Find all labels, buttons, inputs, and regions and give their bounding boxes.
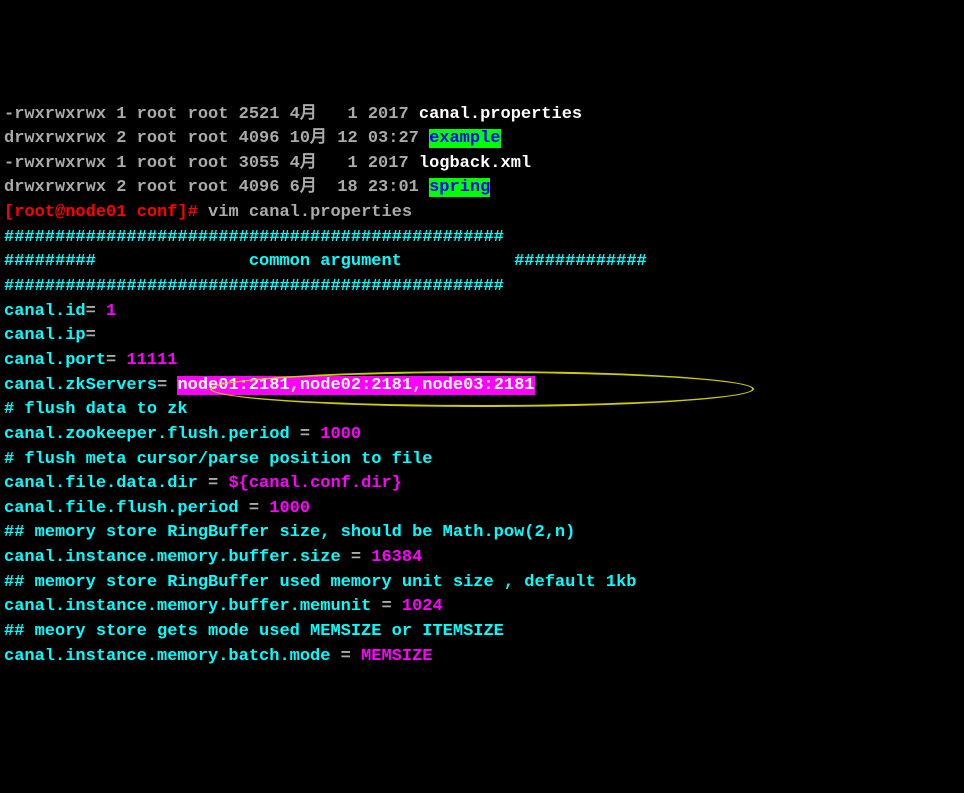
prop-key: canal.zkServers (4, 376, 157, 395)
ls-row-perms: -rwxrwxrwx 1 root root 2521 4月 1 2017 (4, 105, 419, 124)
comment-line: ######### (4, 252, 96, 271)
ls-row-perms: drwxrwxrwx 2 root root 4096 6月 18 23:01 (4, 178, 429, 197)
prop-value: 16384 (371, 548, 422, 567)
comment-line: ########################################… (4, 277, 504, 296)
prop-key: canal.zookeeper.flush.period (4, 425, 290, 444)
highlighted-row: canal.zkServers= node01:2181,node02:2181… (4, 376, 535, 395)
terminal-output: -rwxrwxrwx 1 root root 2521 4月 1 2017 ca… (4, 103, 960, 670)
prop-key: canal.id (4, 302, 86, 321)
ls-row-perms: -rwxrwxrwx 1 root root 3055 4月 1 2017 (4, 154, 419, 173)
prop-value: 1000 (269, 499, 310, 518)
ls-row-perms: drwxrwxrwx 2 root root 4096 10月 12 03:27 (4, 129, 429, 148)
prop-key: canal.instance.memory.buffer.memunit (4, 597, 371, 616)
comment-line: ## meory store gets mode used MEMSIZE or… (4, 622, 504, 641)
comment-line: # flush data to zk (4, 400, 188, 419)
prop-key: canal.port (4, 351, 106, 370)
prop-value: 1 (106, 302, 116, 321)
prop-key: canal.instance.memory.buffer.size (4, 548, 341, 567)
prop-value-highlighted: node01:2181,node02:2181,node03:2181 (177, 376, 534, 395)
comment-line: ############# (514, 252, 647, 271)
prop-key: canal.ip (4, 326, 86, 345)
comment-line: ## memory store RingBuffer size, should … (4, 523, 575, 542)
ls-row-filename: logback.xml (419, 154, 531, 173)
prop-value: MEMSIZE (361, 647, 432, 666)
prop-value: ${canal.conf.dir} (228, 474, 401, 493)
prop-value: 11111 (126, 351, 177, 370)
comment-line: ## memory store RingBuffer used memory u… (4, 573, 637, 592)
comment-line: ########################################… (4, 228, 504, 247)
prop-value: 1000 (320, 425, 361, 444)
prop-key: canal.file.data.dir (4, 474, 198, 493)
shell-command[interactable]: vim canal.properties (208, 203, 412, 222)
comment-line: common argument (249, 252, 402, 271)
shell-prompt: [root@node01 conf]# (4, 203, 208, 222)
ls-row-dirname: example (429, 129, 500, 148)
prop-key: canal.file.flush.period (4, 499, 239, 518)
prop-value: 1024 (402, 597, 443, 616)
comment-line: # flush meta cursor/parse position to fi… (4, 450, 432, 469)
prop-key: canal.instance.memory.batch.mode (4, 647, 330, 666)
ls-row-dirname: spring (429, 178, 490, 197)
ls-row-filename: canal.properties (419, 105, 582, 124)
